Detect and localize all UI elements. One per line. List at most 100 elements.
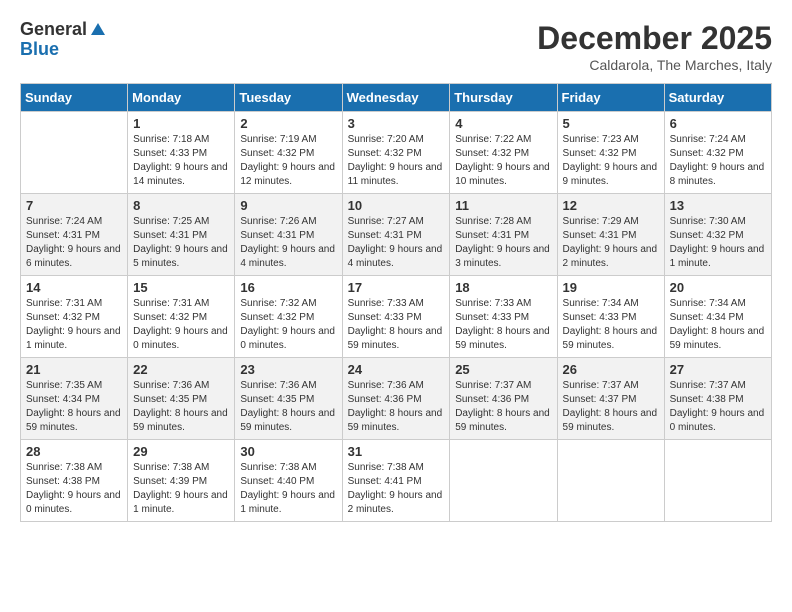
logo-general-text: General <box>20 20 87 40</box>
day-number: 6 <box>670 116 766 131</box>
calendar-cell: 21 Sunrise: 7:35 AMSunset: 4:34 PMDayligh… <box>21 358 128 440</box>
day-info: Sunrise: 7:32 AMSunset: 4:32 PMDaylight:… <box>240 297 336 353</box>
calendar-cell: 8 Sunrise: 7:25 AMSunset: 4:31 PMDaylight… <box>128 194 235 276</box>
day-info: Sunrise: 7:33 AMSunset: 4:33 PMDaylight:… <box>348 297 445 353</box>
day-number: 5 <box>563 116 659 131</box>
day-info: Sunrise: 7:34 AMSunset: 4:34 PMDaylight:… <box>670 297 766 353</box>
day-info: Sunrise: 7:24 AMSunset: 4:31 PMDaylight:… <box>26 215 122 271</box>
calendar-cell: 23 Sunrise: 7:36 AMSunset: 4:35 PMDayligh… <box>235 358 342 440</box>
day-number: 3 <box>348 116 445 131</box>
day-info: Sunrise: 7:26 AMSunset: 4:31 PMDaylight:… <box>240 215 336 271</box>
day-info: Sunrise: 7:34 AMSunset: 4:33 PMDaylight:… <box>563 297 659 353</box>
day-number: 14 <box>26 280 122 295</box>
calendar-cell <box>557 440 664 522</box>
calendar-week-row: 14 Sunrise: 7:31 AMSunset: 4:32 PMDayligh… <box>21 276 772 358</box>
day-number: 15 <box>133 280 229 295</box>
day-number: 26 <box>563 362 659 377</box>
month-title: December 2025 <box>537 20 772 57</box>
weekday-header-row: SundayMondayTuesdayWednesdayThursdayFrid… <box>21 84 772 112</box>
calendar-cell: 3 Sunrise: 7:20 AMSunset: 4:32 PMDaylight… <box>342 112 450 194</box>
day-info: Sunrise: 7:36 AMSunset: 4:35 PMDaylight:… <box>133 379 229 435</box>
day-info: Sunrise: 7:25 AMSunset: 4:31 PMDaylight:… <box>133 215 229 271</box>
day-number: 30 <box>240 444 336 459</box>
page-header: General Blue December 2025 Caldarola, Th… <box>20 20 772 73</box>
calendar-cell: 20 Sunrise: 7:34 AMSunset: 4:34 PMDayligh… <box>664 276 771 358</box>
calendar-cell: 28 Sunrise: 7:38 AMSunset: 4:38 PMDayligh… <box>21 440 128 522</box>
calendar-week-row: 21 Sunrise: 7:35 AMSunset: 4:34 PMDayligh… <box>21 358 772 440</box>
day-info: Sunrise: 7:22 AMSunset: 4:32 PMDaylight:… <box>455 133 551 189</box>
day-info: Sunrise: 7:30 AMSunset: 4:32 PMDaylight:… <box>670 215 766 271</box>
day-number: 24 <box>348 362 445 377</box>
day-number: 29 <box>133 444 229 459</box>
calendar-cell: 13Sunrise: 7:30 AMSunset: 4:32 PMDayligh… <box>664 194 771 276</box>
calendar-week-row: 1 Sunrise: 7:18 AMSunset: 4:33 PMDaylight… <box>21 112 772 194</box>
day-number: 16 <box>240 280 336 295</box>
day-info: Sunrise: 7:36 AMSunset: 4:35 PMDaylight:… <box>240 379 336 435</box>
calendar-cell <box>450 440 557 522</box>
day-number: 10 <box>348 198 445 213</box>
location-text: Caldarola, The Marches, Italy <box>537 57 772 73</box>
calendar-week-row: 28 Sunrise: 7:38 AMSunset: 4:38 PMDayligh… <box>21 440 772 522</box>
calendar-cell: 22Sunrise: 7:36 AMSunset: 4:35 PMDayligh… <box>128 358 235 440</box>
day-number: 8 <box>133 198 229 213</box>
day-number: 28 <box>26 444 122 459</box>
calendar-cell: 14 Sunrise: 7:31 AMSunset: 4:32 PMDayligh… <box>21 276 128 358</box>
day-info: Sunrise: 7:24 AMSunset: 4:32 PMDaylight:… <box>670 133 766 189</box>
calendar-week-row: 7 Sunrise: 7:24 AMSunset: 4:31 PMDaylight… <box>21 194 772 276</box>
day-number: 2 <box>240 116 336 131</box>
day-number: 23 <box>240 362 336 377</box>
day-info: Sunrise: 7:27 AMSunset: 4:31 PMDaylight:… <box>348 215 445 271</box>
logo-icon <box>89 21 107 39</box>
day-number: 4 <box>455 116 551 131</box>
day-info: Sunrise: 7:37 AMSunset: 4:38 PMDaylight:… <box>670 379 766 435</box>
calendar-cell: 18Sunrise: 7:33 AMSunset: 4:33 PMDayligh… <box>450 276 557 358</box>
day-info: Sunrise: 7:20 AMSunset: 4:32 PMDaylight:… <box>348 133 445 189</box>
day-info: Sunrise: 7:36 AMSunset: 4:36 PMDaylight:… <box>348 379 445 435</box>
day-number: 1 <box>133 116 229 131</box>
weekday-header-tuesday: Tuesday <box>235 84 342 112</box>
day-info: Sunrise: 7:38 AMSunset: 4:41 PMDaylight:… <box>348 461 445 517</box>
day-info: Sunrise: 7:31 AMSunset: 4:32 PMDaylight:… <box>133 297 229 353</box>
calendar-cell <box>21 112 128 194</box>
weekday-header-monday: Monday <box>128 84 235 112</box>
calendar-cell: 7 Sunrise: 7:24 AMSunset: 4:31 PMDaylight… <box>21 194 128 276</box>
day-number: 11 <box>455 198 551 213</box>
calendar-table: SundayMondayTuesdayWednesdayThursdayFrid… <box>20 83 772 522</box>
day-info: Sunrise: 7:37 AMSunset: 4:36 PMDaylight:… <box>455 379 551 435</box>
calendar-cell: 27 Sunrise: 7:37 AMSunset: 4:38 PMDayligh… <box>664 358 771 440</box>
calendar-cell: 17Sunrise: 7:33 AMSunset: 4:33 PMDayligh… <box>342 276 450 358</box>
calendar-cell: 30Sunrise: 7:38 AMSunset: 4:40 PMDayligh… <box>235 440 342 522</box>
calendar-cell: 12Sunrise: 7:29 AMSunset: 4:31 PMDayligh… <box>557 194 664 276</box>
calendar-cell: 1 Sunrise: 7:18 AMSunset: 4:33 PMDaylight… <box>128 112 235 194</box>
day-info: Sunrise: 7:33 AMSunset: 4:33 PMDaylight:… <box>455 297 551 353</box>
day-number: 12 <box>563 198 659 213</box>
calendar-cell <box>664 440 771 522</box>
weekday-header-thursday: Thursday <box>450 84 557 112</box>
day-info: Sunrise: 7:35 AMSunset: 4:34 PMDaylight:… <box>26 379 122 435</box>
day-number: 7 <box>26 198 122 213</box>
day-info: Sunrise: 7:28 AMSunset: 4:31 PMDaylight:… <box>455 215 551 271</box>
day-number: 9 <box>240 198 336 213</box>
day-number: 20 <box>670 280 766 295</box>
day-info: Sunrise: 7:18 AMSunset: 4:33 PMDaylight:… <box>133 133 229 189</box>
calendar-cell: 5 Sunrise: 7:23 AMSunset: 4:32 PMDaylight… <box>557 112 664 194</box>
title-block: December 2025 Caldarola, The Marches, It… <box>537 20 772 73</box>
logo-blue-text: Blue <box>20 40 107 60</box>
weekday-header-saturday: Saturday <box>664 84 771 112</box>
day-number: 19 <box>563 280 659 295</box>
calendar-cell: 2 Sunrise: 7:19 AMSunset: 4:32 PMDaylight… <box>235 112 342 194</box>
calendar-cell: 19 Sunrise: 7:34 AMSunset: 4:33 PMDayligh… <box>557 276 664 358</box>
day-number: 27 <box>670 362 766 377</box>
calendar-cell: 4 Sunrise: 7:22 AMSunset: 4:32 PMDaylight… <box>450 112 557 194</box>
calendar-cell: 29 Sunrise: 7:38 AMSunset: 4:39 PMDayligh… <box>128 440 235 522</box>
day-number: 25 <box>455 362 551 377</box>
day-info: Sunrise: 7:23 AMSunset: 4:32 PMDaylight:… <box>563 133 659 189</box>
day-info: Sunrise: 7:38 AMSunset: 4:39 PMDaylight:… <box>133 461 229 517</box>
day-info: Sunrise: 7:37 AMSunset: 4:37 PMDaylight:… <box>563 379 659 435</box>
day-info: Sunrise: 7:38 AMSunset: 4:38 PMDaylight:… <box>26 461 122 517</box>
day-number: 21 <box>26 362 122 377</box>
day-info: Sunrise: 7:19 AMSunset: 4:32 PMDaylight:… <box>240 133 336 189</box>
calendar-cell: 26 Sunrise: 7:37 AMSunset: 4:37 PMDayligh… <box>557 358 664 440</box>
day-info: Sunrise: 7:31 AMSunset: 4:32 PMDaylight:… <box>26 297 122 353</box>
weekday-header-wednesday: Wednesday <box>342 84 450 112</box>
